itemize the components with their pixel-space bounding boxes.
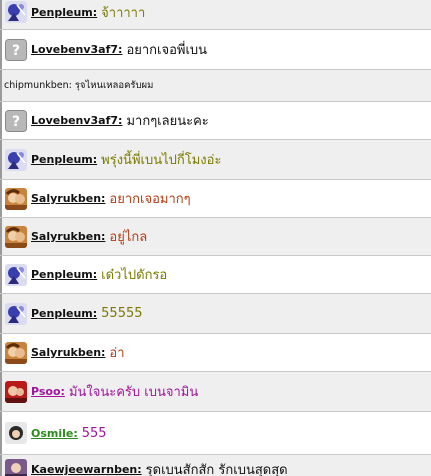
row-divider	[0, 256, 2, 293]
message-username[interactable]: Kaewjeewarnben:	[31, 463, 142, 476]
row-divider	[0, 30, 2, 69]
row-divider	[0, 334, 2, 371]
message-text: มันใจนะครับ เบนจามิน	[68, 385, 199, 400]
chat-message: Salyrukben: อยู่ไกล	[0, 217, 431, 255]
row-divider	[0, 0, 2, 29]
chat-message: Penpleum: เด๋วไปดักรอ	[0, 255, 431, 293]
message-username[interactable]: Salyrukben:	[31, 192, 105, 205]
message-text: chipmunkben: รุจไหนเหลอครับผม	[4, 80, 154, 91]
osmile-avatar-icon[interactable]	[5, 422, 27, 444]
row-divider	[0, 218, 2, 255]
salyrukben-avatar-icon[interactable]	[5, 341, 27, 364]
chat-message-plain: chipmunkben: รุจไหนเหลอครับผม	[0, 69, 431, 101]
message-text: เด๋วไปดักรอ	[101, 268, 168, 283]
message-text: อยากเจอพี่เบน	[126, 43, 208, 58]
message-username[interactable]: Salyrukben:	[31, 346, 105, 359]
message-text: รุดเบนสักสัก รักเบนสุดสุด	[145, 463, 288, 476]
svg-text:?: ?	[12, 43, 20, 59]
penpleum-avatar-icon[interactable]	[5, 302, 27, 325]
message-text: อยู่ไกล	[109, 230, 148, 245]
message-text: อยากเจอมากๆ	[109, 192, 191, 207]
salyrukben-avatar-icon[interactable]	[5, 225, 27, 248]
chat-message: Salyrukben: อยากเจอมากๆ	[0, 179, 431, 217]
salyrukben-avatar-icon[interactable]	[5, 187, 27, 210]
guest-avatar-icon[interactable]: ?	[5, 109, 27, 132]
chat-message: Kaewjeewarnben: รุดเบนสักสัก รักเบนสุดสุ…	[0, 454, 431, 476]
chat-message: Penpleum: จ้าาาาา	[0, 0, 431, 29]
message-text: จ้าาาาา	[101, 5, 146, 21]
message-username[interactable]: Penpleum:	[31, 307, 97, 320]
message-text: มากๆเลยนะคะ	[126, 114, 209, 129]
row-divider	[0, 102, 2, 139]
chat-message: Psoo: มันใจนะครับ เบนจามิน	[0, 371, 431, 411]
message-text: 55555	[101, 306, 143, 321]
row-divider	[0, 294, 2, 333]
message-text: อ่า	[109, 346, 125, 361]
row-divider	[0, 412, 2, 454]
penpleum-avatar-icon[interactable]	[5, 148, 27, 171]
chat-message: ? Lovebenv3af7: อยากเจอพี่เบน	[0, 29, 431, 69]
row-divider	[0, 455, 2, 476]
row-divider	[0, 180, 2, 217]
chat-message: Penpleum: 55555	[0, 293, 431, 333]
message-username[interactable]: Penpleum:	[31, 6, 97, 19]
guest-avatar-icon[interactable]: ?	[5, 38, 27, 61]
psoo-avatar-icon[interactable]	[5, 380, 27, 403]
message-username[interactable]: Osmile:	[31, 427, 78, 440]
message-text: พรุ่งนี้พี่เบนไปกี่โมงอ่ะ	[101, 153, 222, 168]
penpleum-avatar-icon[interactable]	[5, 263, 27, 286]
row-divider	[0, 372, 2, 411]
row-divider	[0, 140, 2, 179]
message-username[interactable]: Lovebenv3af7:	[31, 114, 122, 127]
chat-message: ? Lovebenv3af7: มากๆเลยนะคะ	[0, 101, 431, 139]
message-text: 555	[81, 425, 107, 441]
row-divider	[0, 70, 2, 101]
penpleum-avatar-icon[interactable]	[5, 1, 27, 23]
svg-text:?: ?	[12, 114, 20, 130]
message-username[interactable]: Penpleum:	[31, 268, 97, 281]
message-username[interactable]: Penpleum:	[31, 153, 97, 166]
kaewjee-avatar-icon[interactable]	[5, 458, 27, 476]
message-username[interactable]: Lovebenv3af7:	[31, 43, 122, 56]
chat-message: Osmile: 555	[0, 411, 431, 454]
message-username[interactable]: Psoo:	[31, 385, 65, 398]
message-username[interactable]: Salyrukben:	[31, 230, 105, 243]
chat-message: Penpleum: พรุ่งนี้พี่เบนไปกี่โมงอ่ะ	[0, 139, 431, 179]
chat-log: Penpleum: จ้าาาาา ? Lovebenv3af7: อยากเจ…	[0, 0, 431, 476]
chat-message: Salyrukben: อ่า	[0, 333, 431, 371]
